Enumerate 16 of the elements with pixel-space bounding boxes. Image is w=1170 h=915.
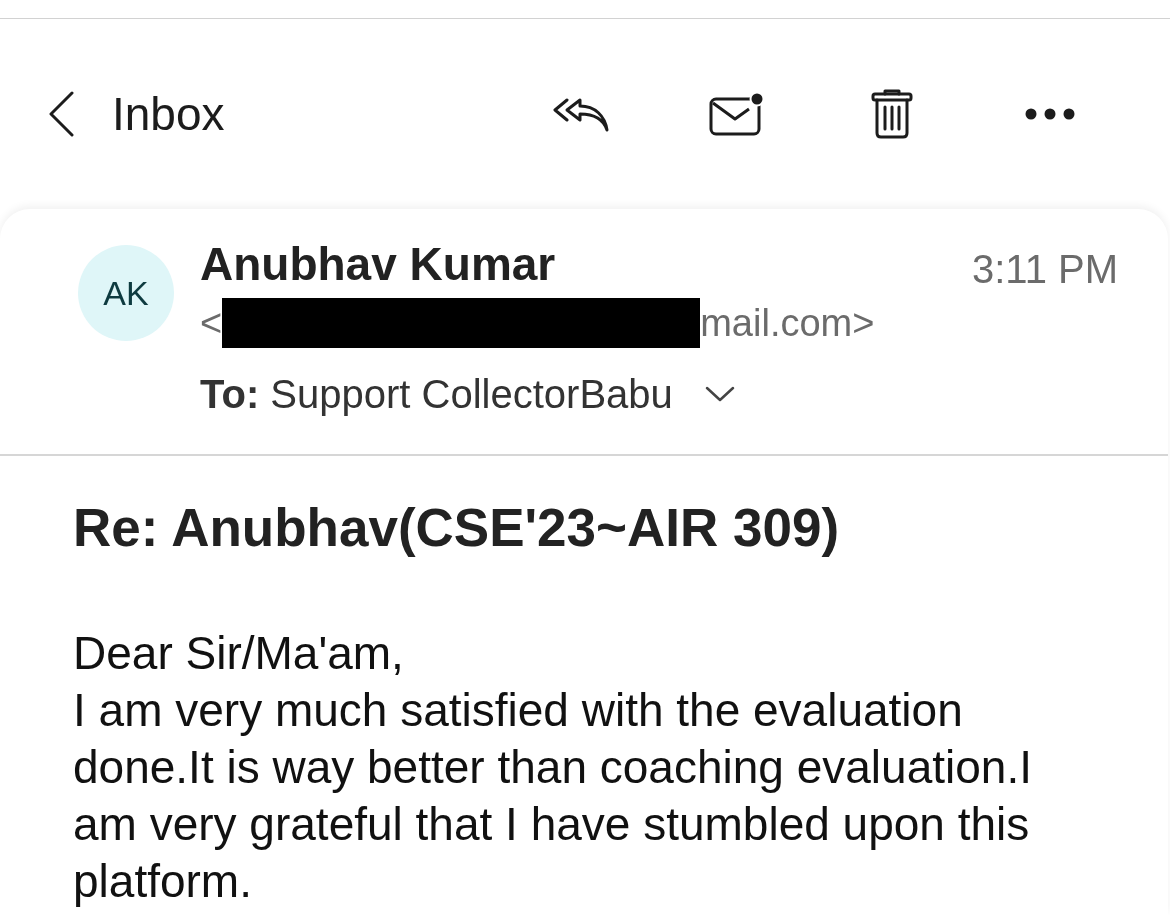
email-subject: Re: Anubhav(CSE'23~AIR 309) (73, 501, 841, 555)
avatar: AK (78, 245, 174, 341)
email-address-start: < (200, 302, 223, 344)
trash-icon[interactable] (871, 89, 913, 139)
chevron-left-icon (48, 91, 74, 137)
back-button[interactable]: Inbox (48, 87, 225, 141)
recipient-line: To: Support CollectorBabu (200, 372, 673, 416)
reply-all-icon[interactable] (553, 96, 609, 132)
body-paragraph: Dear Sir/Ma'am, (73, 626, 405, 681)
envelope-dot-icon[interactable] (709, 92, 765, 136)
body-paragraph: I am very much satisfied with the evaluation done.It is way better than coaching evaluation.I am very grateful that I have stumbled upon this platform. (73, 683, 1033, 909)
email-address-end: mail.com> (700, 302, 875, 344)
message-time: 3:11 PM (972, 247, 1118, 291)
sender-name: Anubhav Kumar (200, 239, 556, 289)
chevron-down-icon[interactable] (704, 386, 735, 402)
more-icon[interactable] (1025, 108, 1075, 120)
